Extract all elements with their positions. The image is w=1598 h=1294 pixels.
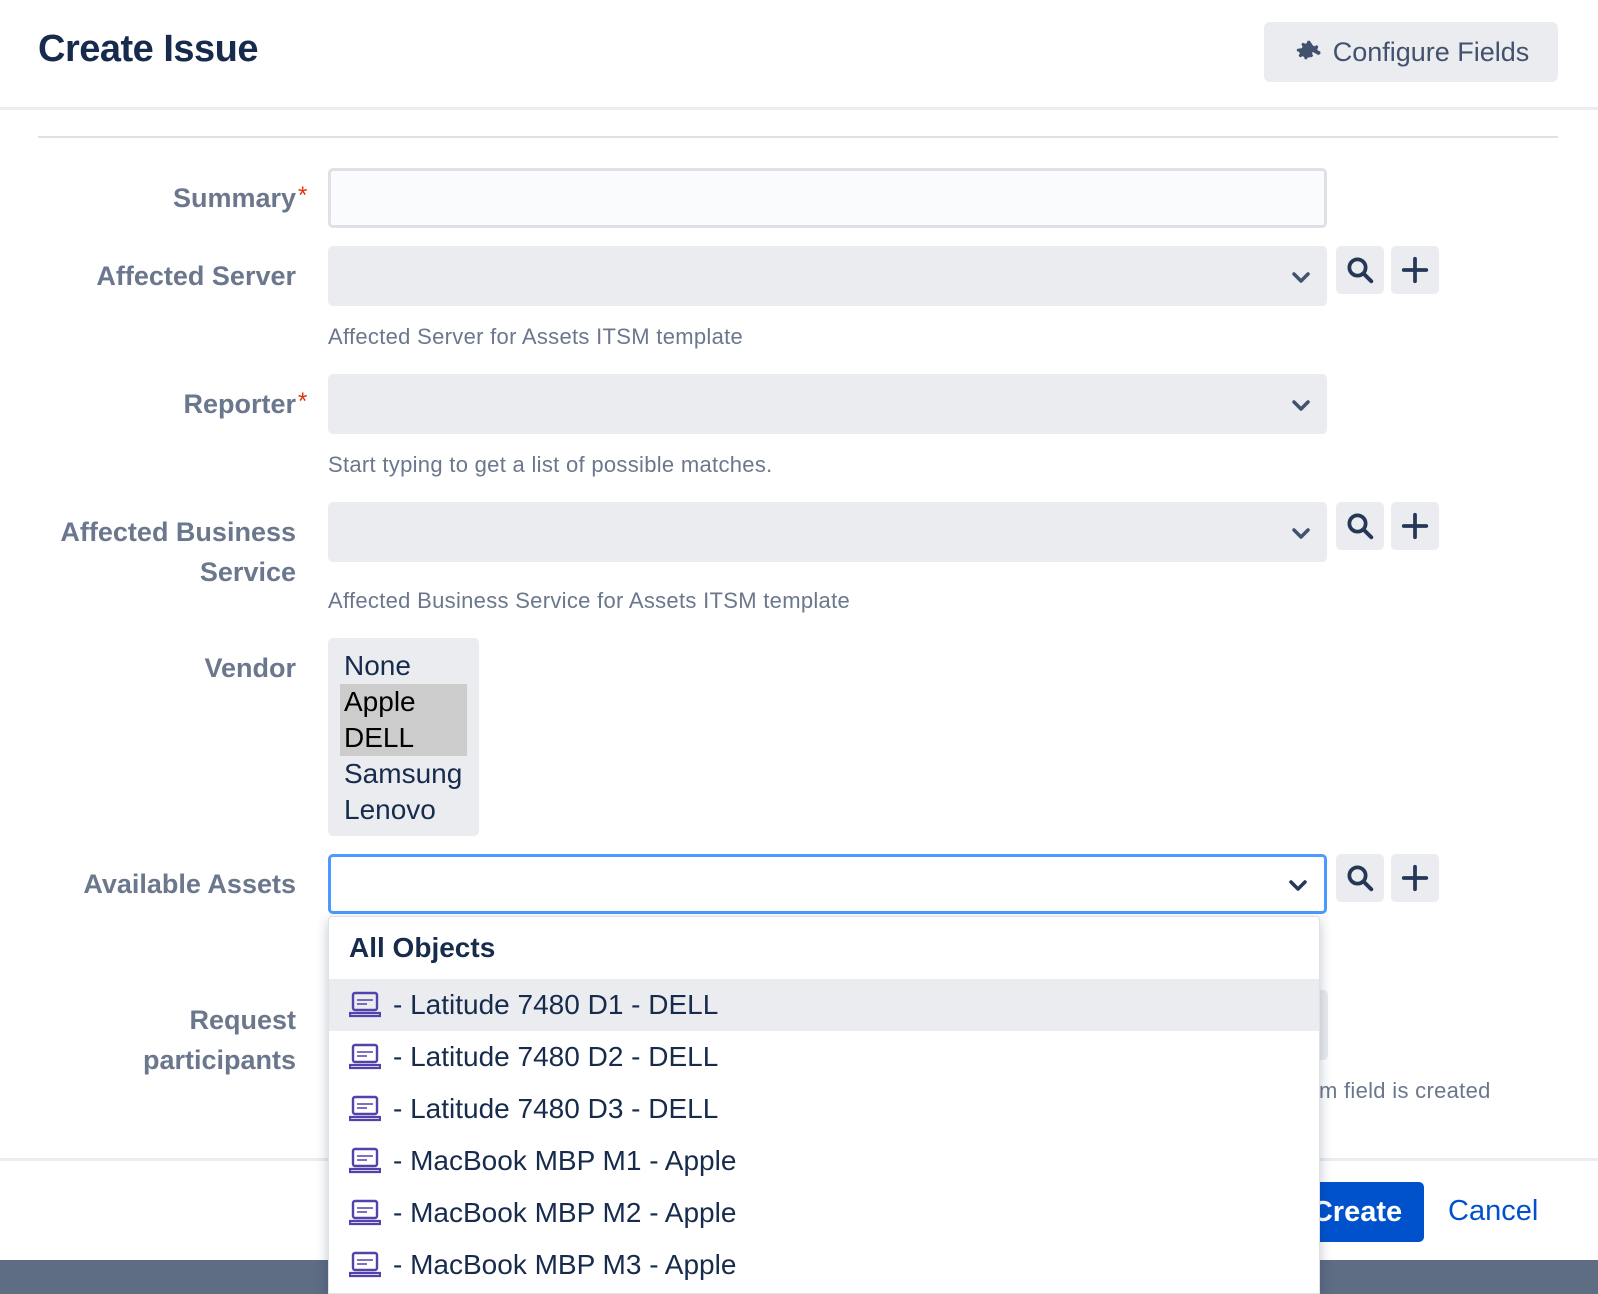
affected-business-service-add-button[interactable] xyxy=(1391,502,1439,550)
vendor-label: Vendor xyxy=(204,653,296,683)
configure-fields-button[interactable]: Configure Fields xyxy=(1264,22,1558,82)
chevron-down-icon xyxy=(1289,880,1307,891)
page-title: Create Issue xyxy=(38,28,259,70)
search-icon xyxy=(1347,257,1374,284)
reporter-helper: Start typing to get a list of possible m… xyxy=(328,452,773,477)
chevron-down-icon xyxy=(1292,272,1310,283)
affected-business-service-label-line1: Affected Business xyxy=(60,517,296,547)
chevron-down-icon xyxy=(1292,528,1310,539)
laptop-icon xyxy=(349,1147,381,1174)
vendor-option-samsung[interactable]: Samsung xyxy=(340,756,467,792)
request-participants-label: Request participants xyxy=(143,1000,296,1080)
gear-icon xyxy=(1296,40,1321,60)
summary-input[interactable] xyxy=(328,168,1327,228)
form-separator xyxy=(38,136,1558,138)
affected-server-add-button[interactable] xyxy=(1391,246,1439,294)
laptop-icon xyxy=(349,991,381,1018)
dropdown-option-label: - Latitude 7480 D3 - DELL xyxy=(393,1093,719,1124)
vendor-option-none[interactable]: None xyxy=(340,648,467,684)
affected-business-service-label-line2: Service xyxy=(199,557,296,587)
dropdown-option[interactable]: - MacBook MBP M1 - Apple xyxy=(329,1135,1319,1187)
dropdown-option-label: - Latitude 7480 D2 - DELL xyxy=(393,1041,719,1072)
plus-icon xyxy=(1401,256,1429,284)
affected-business-service-helper: Affected Business Service for Assets ITS… xyxy=(328,588,851,613)
dropdown-option-label: - Latitude 7480 D1 - DELL xyxy=(393,989,719,1020)
reporter-required-mark: * xyxy=(298,388,308,415)
reporter-select[interactable] xyxy=(328,374,1327,434)
request-participants-helper: tom field is created xyxy=(1300,1078,1491,1103)
laptop-icon xyxy=(349,1043,381,1070)
vendor-option-apple[interactable]: Apple xyxy=(340,684,467,720)
summary-required-mark: * xyxy=(298,182,308,209)
affected-business-service-search-button[interactable] xyxy=(1336,502,1384,550)
affected-server-helper: Affected Server for Assets ITSM template xyxy=(328,324,744,349)
available-assets-add-button[interactable] xyxy=(1391,854,1439,902)
search-icon xyxy=(1347,513,1374,540)
request-participants-label-line2: participants xyxy=(142,1045,296,1075)
laptop-icon xyxy=(349,1199,381,1226)
dropdown-option[interactable]: - Latitude 7480 D2 - DELL xyxy=(329,1031,1319,1083)
plus-icon xyxy=(1401,512,1429,540)
affected-server-search-button[interactable] xyxy=(1336,246,1384,294)
affected-business-service-label: Affected Business Service xyxy=(60,512,296,592)
available-assets-dropdown: All Objects - Latitude 7480 D1 - DELL - … xyxy=(328,916,1320,1294)
summary-label: Summary xyxy=(172,183,296,213)
request-participants-label-line1: Request xyxy=(189,1005,296,1035)
dropdown-option-label: - MacBook MBP M1 - Apple xyxy=(393,1145,737,1176)
laptop-icon xyxy=(349,1251,381,1278)
chevron-down-icon xyxy=(1292,400,1310,411)
affected-server-select[interactable] xyxy=(328,246,1327,306)
reporter-label: Reporter xyxy=(183,389,296,419)
plus-icon xyxy=(1401,864,1429,892)
dropdown-option[interactable]: - Latitude 7480 D1 - DELL xyxy=(329,979,1319,1031)
dropdown-option[interactable]: - Latitude 7480 D3 - DELL xyxy=(329,1083,1319,1135)
dropdown-option[interactable]: - MacBook MBP M3 - Apple xyxy=(329,1239,1319,1291)
dropdown-option[interactable]: - MacBook MBP M2 - Apple xyxy=(329,1187,1319,1239)
available-assets-label: Available Assets xyxy=(83,869,296,899)
dropdown-option-label: - MacBook MBP M2 - Apple xyxy=(393,1197,737,1228)
available-assets-search-button[interactable] xyxy=(1336,854,1384,902)
configure-fields-label: Configure Fields xyxy=(1332,36,1530,67)
search-icon xyxy=(1347,865,1374,892)
available-assets-select[interactable] xyxy=(328,854,1327,914)
vendor-multiselect[interactable]: None Apple DELL Samsung Lenovo xyxy=(328,638,479,836)
laptop-icon xyxy=(349,1095,381,1122)
vendor-option-dell[interactable]: DELL xyxy=(340,720,467,756)
affected-server-label: Affected Server xyxy=(96,261,296,291)
dialog-header: Create Issue Configure Fields xyxy=(0,0,1598,110)
dropdown-option-label: - MacBook MBP M3 - Apple xyxy=(393,1249,737,1280)
vendor-option-lenovo[interactable]: Lenovo xyxy=(340,792,467,828)
cancel-button[interactable]: Cancel xyxy=(1448,1195,1538,1228)
dropdown-group-header: All Objects xyxy=(349,932,496,963)
affected-business-service-select[interactable] xyxy=(328,502,1327,562)
